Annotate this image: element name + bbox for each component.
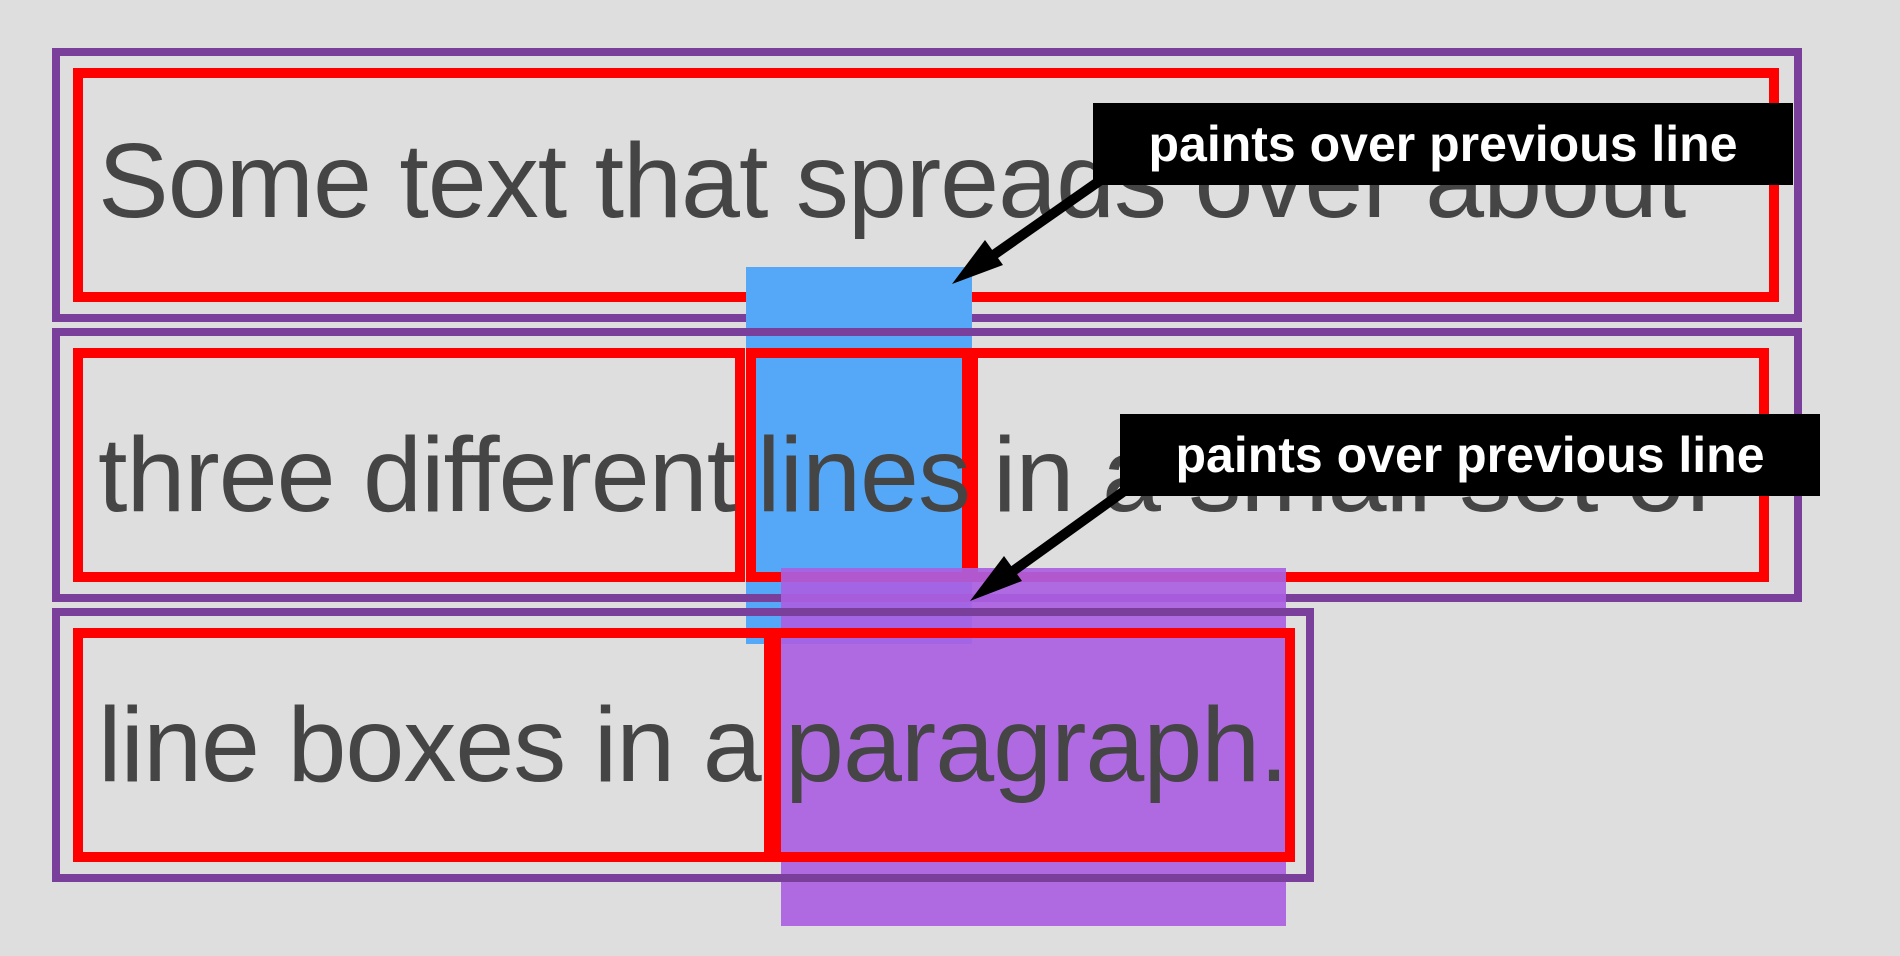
line-3-segment-paragraph: paragraph. (785, 686, 1289, 804)
diagram-canvas: Some text that spreads over about three … (0, 0, 1900, 956)
line-3-segment-line-boxes-in-a: line boxes in a (98, 686, 762, 804)
callout-label-2: paints over previous line (1120, 414, 1820, 496)
callout-label-1: paints over previous line (1093, 103, 1793, 185)
line-2-segment-three-different: three different (98, 416, 736, 534)
line-2-segment-lines: lines (757, 416, 971, 534)
